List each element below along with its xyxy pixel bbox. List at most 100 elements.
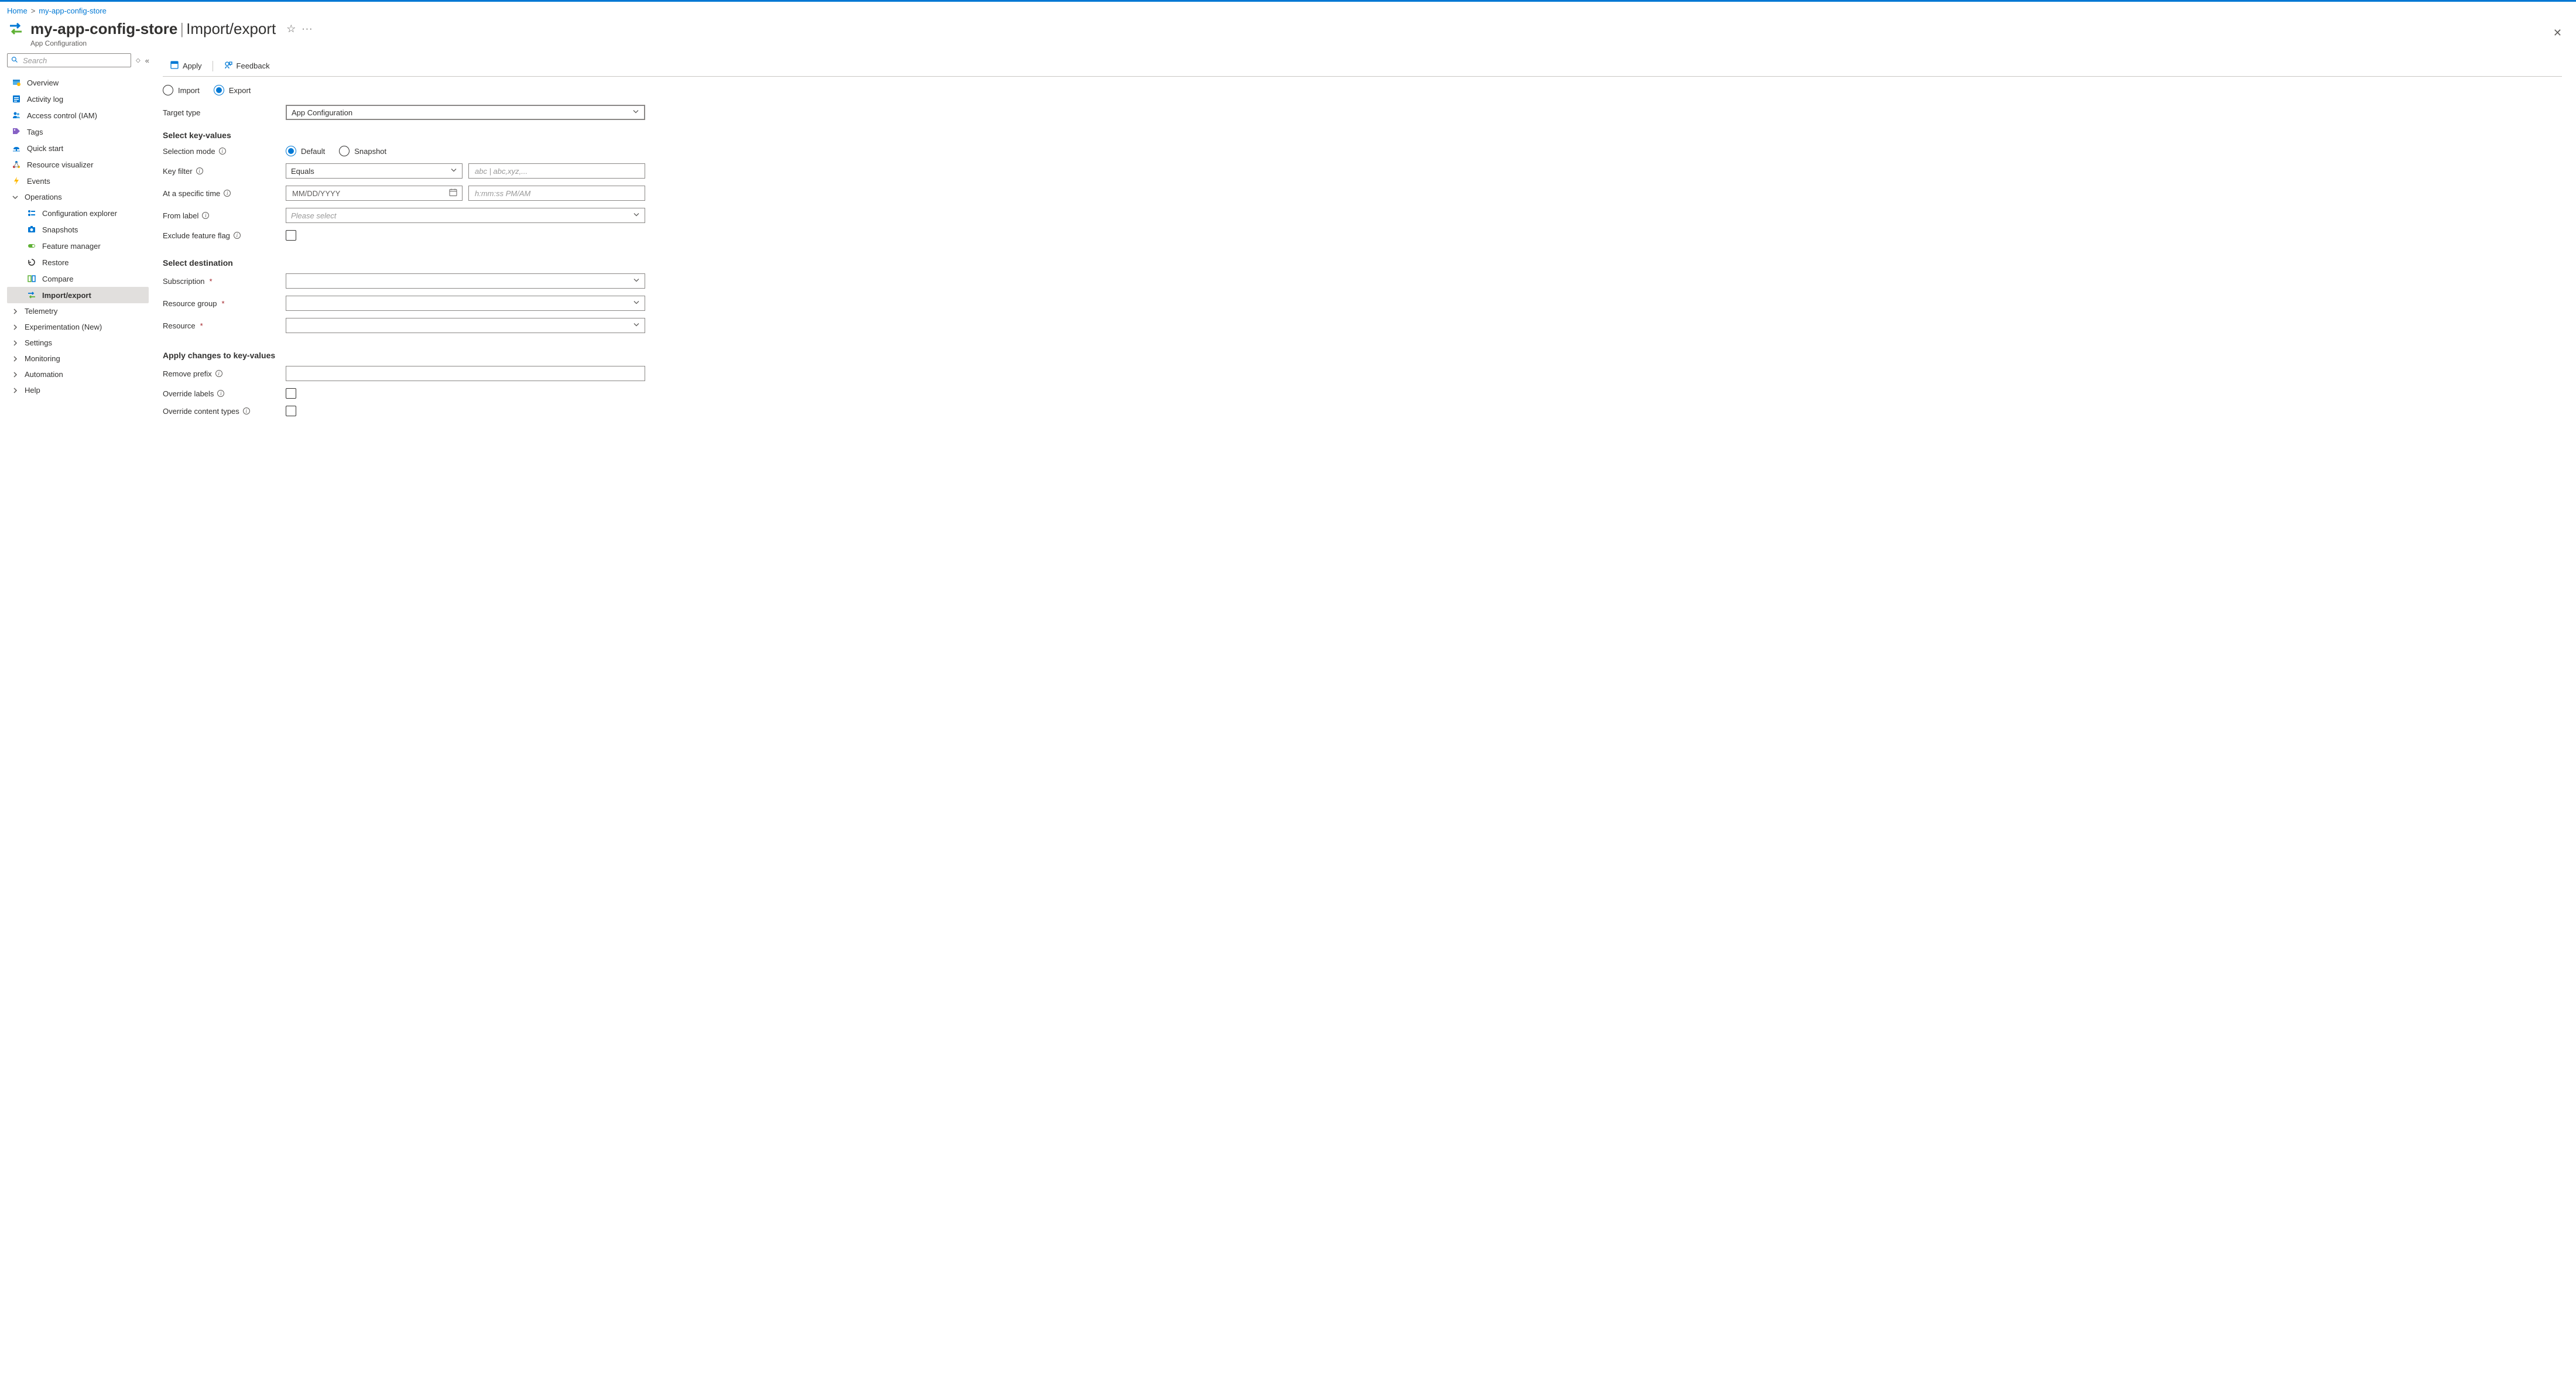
- tags-icon: [12, 127, 21, 136]
- selection-mode-default-radio[interactable]: Default: [286, 146, 325, 156]
- sidebar-item-label: Import/export: [42, 291, 91, 300]
- feedback-button[interactable]: Feedback: [217, 58, 277, 74]
- import-export-mode: Import Export: [163, 85, 2562, 95]
- resource-type-label: App Configuration: [30, 39, 313, 47]
- sidebar-group-label: Monitoring: [25, 354, 60, 363]
- favorite-icon[interactable]: ☆: [286, 23, 296, 35]
- sidebar-item-label: Tags: [27, 128, 43, 136]
- sidebar-search[interactable]: [7, 53, 131, 67]
- chevron-down-icon: [633, 211, 640, 220]
- resource-visualizer-icon: [12, 160, 21, 169]
- quick-start-icon: [12, 143, 21, 153]
- info-icon[interactable]: i: [243, 407, 250, 414]
- chevron-right-icon: [12, 324, 19, 331]
- sidebar-item-compare[interactable]: Compare: [7, 270, 149, 287]
- breadcrumb-home[interactable]: Home: [7, 6, 28, 15]
- apply-button[interactable]: Apply: [163, 58, 209, 74]
- close-icon[interactable]: ✕: [2553, 27, 2562, 39]
- sidebar-group-automation[interactable]: Automation: [7, 366, 149, 382]
- chevron-right-icon: [12, 355, 19, 362]
- sidebar-item-activity-log[interactable]: Activity log: [7, 91, 149, 107]
- info-icon[interactable]: i: [196, 167, 203, 174]
- info-icon[interactable]: i: [215, 370, 222, 377]
- from-label-select[interactable]: Please select: [286, 208, 645, 223]
- sidebar-item-tags[interactable]: Tags: [7, 124, 149, 140]
- feedback-label: Feedback: [237, 61, 270, 70]
- chevron-right-icon: [12, 308, 19, 315]
- chevron-down-icon: [632, 108, 639, 117]
- sidebar-item-label: Resource visualizer: [27, 160, 93, 169]
- calendar-icon[interactable]: [449, 189, 457, 198]
- sidebar-item-label: Configuration explorer: [42, 209, 117, 218]
- override-content-types-checkbox[interactable]: [286, 406, 296, 416]
- sidebar-item-events[interactable]: Events: [7, 173, 149, 189]
- breadcrumb-separator-icon: >: [31, 6, 36, 15]
- resource-label: Resource*: [163, 321, 286, 330]
- sidebar-item-quick-start[interactable]: Quick start: [7, 140, 149, 156]
- page-section: Import/export: [186, 20, 276, 38]
- sidebar-item-label: Quick start: [27, 144, 63, 153]
- apply-changes-heading: Apply changes to key-values: [163, 351, 2562, 360]
- breadcrumb-resource[interactable]: my-app-config-store: [39, 6, 107, 15]
- date-input[interactable]: [291, 189, 457, 198]
- key-filter-operator-select[interactable]: Equals: [286, 163, 463, 179]
- sidebar-item-label: Events: [27, 177, 50, 186]
- key-filter-value-input[interactable]: [474, 166, 640, 176]
- remove-prefix-input[interactable]: [291, 369, 640, 379]
- radio-label: Default: [301, 147, 325, 156]
- sidebar-item-import-export[interactable]: Import/export: [7, 287, 149, 303]
- sidebar-item-configuration-explorer[interactable]: Configuration explorer: [7, 205, 149, 221]
- sidebar-group-experimentation[interactable]: Experimentation (New): [7, 319, 149, 335]
- info-icon[interactable]: i: [219, 148, 226, 155]
- export-radio[interactable]: Export: [214, 85, 251, 95]
- sidebar-group-settings[interactable]: Settings: [7, 335, 149, 351]
- sidebar-group-telemetry[interactable]: Telemetry: [7, 303, 149, 319]
- apply-icon: [170, 60, 179, 71]
- more-icon[interactable]: ···: [302, 24, 313, 35]
- sidebar-item-restore[interactable]: Restore: [7, 254, 149, 270]
- sidebar-group-operations[interactable]: Operations: [7, 189, 149, 205]
- resource-group-select[interactable]: [286, 296, 645, 311]
- page-title: my-app-config-store: [30, 20, 177, 38]
- resource-select[interactable]: [286, 318, 645, 333]
- sidebar-item-feature-manager[interactable]: Feature manager: [7, 238, 149, 254]
- sidebar-item-label: Overview: [27, 78, 59, 87]
- snapshots-icon: [27, 225, 36, 234]
- feedback-icon: [224, 60, 233, 71]
- sidebar-item-snapshots[interactable]: Snapshots: [7, 221, 149, 238]
- info-icon[interactable]: i: [234, 232, 241, 239]
- exclude-feature-flag-checkbox[interactable]: [286, 230, 296, 241]
- chevron-right-icon: [12, 387, 19, 394]
- remove-prefix-label: Remove prefix i: [163, 369, 286, 378]
- sidebar-group-label: Telemetry: [25, 307, 57, 316]
- sidebar-item-resource-visualizer[interactable]: Resource visualizer: [7, 156, 149, 173]
- info-icon[interactable]: i: [224, 190, 231, 197]
- breadcrumb: Home > my-app-config-store: [0, 2, 2576, 18]
- selection-mode-snapshot-radio[interactable]: Snapshot: [339, 146, 386, 156]
- info-icon[interactable]: i: [217, 390, 224, 397]
- sidebar-search-input[interactable]: [22, 56, 127, 66]
- info-icon[interactable]: i: [202, 212, 209, 219]
- sidebar-item-label: Snapshots: [42, 225, 78, 234]
- override-labels-checkbox[interactable]: [286, 388, 296, 399]
- resource-group-label: Resource group*: [163, 299, 286, 308]
- sidebar-group-help[interactable]: Help: [7, 382, 149, 398]
- sidebar-group-monitoring[interactable]: Monitoring: [7, 351, 149, 366]
- expand-icon[interactable]: ◇: [136, 57, 141, 64]
- events-icon: [12, 176, 21, 186]
- chevron-down-icon: [633, 299, 640, 308]
- sidebar-item-label: Feature manager: [42, 242, 101, 251]
- sidebar-item-overview[interactable]: Overview: [7, 74, 149, 91]
- time-input-wrapper: [468, 186, 645, 201]
- date-input-wrapper: [286, 186, 463, 201]
- chevron-down-icon: [633, 277, 640, 286]
- override-labels-label: Override labels i: [163, 389, 286, 398]
- import-radio[interactable]: Import: [163, 85, 200, 95]
- subscription-select[interactable]: [286, 273, 645, 289]
- overview-icon: [12, 78, 21, 87]
- time-input[interactable]: [474, 189, 640, 198]
- override-content-types-label: Override content types i: [163, 407, 286, 416]
- target-type-select[interactable]: App Configuration: [286, 105, 645, 120]
- sidebar-item-access-control[interactable]: Access control (IAM): [7, 107, 149, 124]
- sidebar-item-label: Compare: [42, 275, 73, 283]
